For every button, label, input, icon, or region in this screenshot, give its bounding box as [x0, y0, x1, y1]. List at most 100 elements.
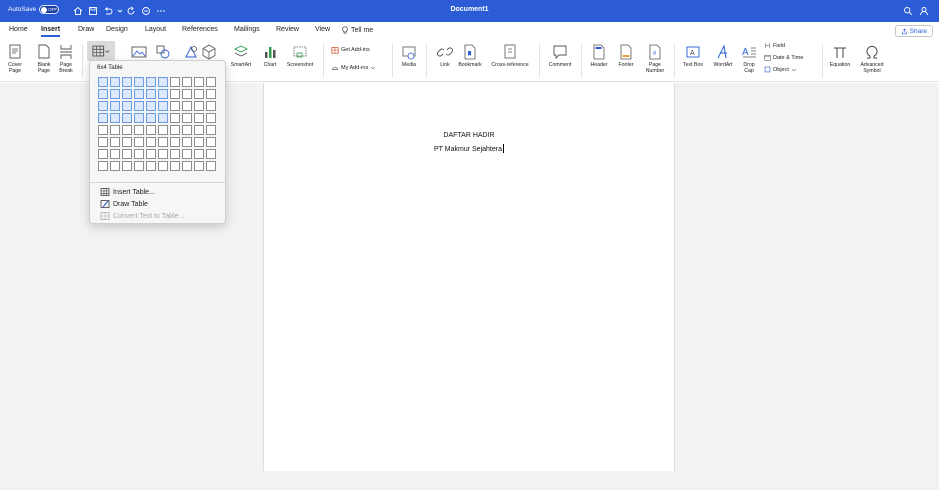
table-grid-cell[interactable]: [182, 137, 192, 147]
table-grid-cell[interactable]: [206, 149, 216, 159]
table-grid-cell[interactable]: [134, 113, 144, 123]
table-grid-cell[interactable]: [146, 77, 156, 87]
table-grid-cell[interactable]: [122, 125, 132, 135]
table-grid-cell[interactable]: [194, 89, 204, 99]
table-grid-cell[interactable]: [158, 137, 168, 147]
table-grid-cell[interactable]: [98, 125, 108, 135]
table-grid-cell[interactable]: [206, 101, 216, 111]
tab-references[interactable]: References: [182, 26, 218, 33]
table-grid-cell[interactable]: [182, 125, 192, 135]
document-heading[interactable]: DAFTAR HADIR: [264, 132, 674, 139]
bookmark-button[interactable]: Bookmark: [456, 40, 484, 82]
object-button[interactable]: Object: [764, 66, 797, 73]
link-button[interactable]: Link: [436, 40, 454, 82]
table-grid-cell[interactable]: [110, 77, 120, 87]
table-grid-cell[interactable]: [146, 161, 156, 171]
table-grid-cell[interactable]: [158, 161, 168, 171]
cover-page-button[interactable]: Cover Page: [7, 40, 23, 82]
table-grid-cell[interactable]: [182, 149, 192, 159]
chart-button[interactable]: Chart: [260, 40, 280, 82]
table-grid-cell[interactable]: [206, 161, 216, 171]
page-break-button[interactable]: Page Break: [58, 40, 74, 82]
autosave-toggle[interactable]: OFF: [39, 5, 60, 14]
table-grid-cell[interactable]: [170, 149, 180, 159]
share-button[interactable]: Share: [894, 25, 933, 37]
redo-icon[interactable]: [125, 4, 137, 17]
table-grid-cell[interactable]: [110, 161, 120, 171]
table-grid-cell[interactable]: [122, 113, 132, 123]
table-grid-cell[interactable]: [134, 89, 144, 99]
table-grid-cell[interactable]: [194, 137, 204, 147]
table-grid-cell[interactable]: [194, 149, 204, 159]
table-grid-cell[interactable]: [182, 101, 192, 111]
table-grid-cell[interactable]: [206, 125, 216, 135]
table-grid-cell[interactable]: [122, 161, 132, 171]
table-grid-cell[interactable]: [110, 125, 120, 135]
table-grid-cell[interactable]: [170, 125, 180, 135]
table-grid-cell[interactable]: [146, 89, 156, 99]
table-grid-cell[interactable]: [182, 89, 192, 99]
media-button[interactable]: Media: [398, 40, 420, 82]
table-grid-cell[interactable]: [110, 137, 120, 147]
cross-reference-button[interactable]: Cross-reference: [487, 40, 533, 82]
table-grid-cell[interactable]: [170, 137, 180, 147]
table-grid-cell[interactable]: [158, 101, 168, 111]
smartart-button[interactable]: SmartArt: [228, 40, 254, 82]
table-grid-cell[interactable]: [98, 77, 108, 87]
table-grid-cell[interactable]: [170, 77, 180, 87]
table-grid-cell[interactable]: [182, 77, 192, 87]
table-grid-cell[interactable]: [158, 125, 168, 135]
tell-me-search[interactable]: Tell me: [341, 26, 373, 34]
table-grid-cell[interactable]: [170, 113, 180, 123]
text-box-button[interactable]: A Text Box: [680, 40, 706, 82]
my-addins-button[interactable]: My Add-ins: [331, 64, 376, 72]
table-grid-cell[interactable]: [158, 89, 168, 99]
undo-icon[interactable]: [102, 4, 114, 17]
table-grid-cell[interactable]: [158, 77, 168, 87]
table-grid-cell[interactable]: [134, 149, 144, 159]
tab-home[interactable]: Home: [9, 26, 28, 33]
comment-button[interactable]: Comment: [545, 40, 575, 82]
table-grid-cell[interactable]: [182, 113, 192, 123]
drop-cap-button[interactable]: A Drop Cap: [738, 40, 760, 82]
table-grid-cell[interactable]: [122, 101, 132, 111]
table-grid-cell[interactable]: [98, 137, 108, 147]
advanced-symbol-button[interactable]: Advanced Symbol: [856, 40, 888, 82]
tab-layout[interactable]: Layout: [145, 26, 166, 33]
table-grid-cell[interactable]: [170, 101, 180, 111]
home-icon[interactable]: [72, 4, 84, 17]
table-grid-cell[interactable]: [206, 77, 216, 87]
table-grid-cell[interactable]: [98, 149, 108, 159]
table-grid-cell[interactable]: [194, 101, 204, 111]
autosave-control[interactable]: AutoSave OFF: [8, 5, 60, 14]
table-grid-cell[interactable]: [206, 137, 216, 147]
table-grid-cell[interactable]: [122, 149, 132, 159]
footer-button[interactable]: Footer: [614, 40, 638, 82]
table-grid-cell[interactable]: [146, 149, 156, 159]
table-grid-cell[interactable]: [206, 89, 216, 99]
table-grid-cell[interactable]: [146, 113, 156, 123]
field-button[interactable]: Field: [764, 42, 785, 49]
date-time-button[interactable]: Date & Time: [764, 54, 803, 61]
table-grid-cell[interactable]: [194, 113, 204, 123]
table-grid-cell[interactable]: [194, 161, 204, 171]
table-grid-cell[interactable]: [182, 161, 192, 171]
table-grid-cell[interactable]: [158, 113, 168, 123]
customize-icon[interactable]: [140, 4, 152, 17]
table-grid-cell[interactable]: [110, 149, 120, 159]
get-addins-button[interactable]: Get Add-ins: [331, 46, 370, 54]
table-grid-cell[interactable]: [158, 149, 168, 159]
more-icon[interactable]: [155, 4, 167, 17]
table-grid-cell[interactable]: [122, 137, 132, 147]
tab-insert[interactable]: Insert: [41, 26, 61, 37]
table-grid-cell[interactable]: [110, 101, 120, 111]
table-grid-cell[interactable]: [170, 161, 180, 171]
table-grid-cell[interactable]: [98, 113, 108, 123]
table-grid-cell[interactable]: [122, 89, 132, 99]
save-icon[interactable]: [87, 4, 99, 17]
table-grid-cell[interactable]: [146, 137, 156, 147]
table-button[interactable]: [87, 41, 115, 61]
blank-page-button[interactable]: Blank Page: [36, 40, 52, 82]
wordart-button[interactable]: WordArt: [710, 40, 736, 82]
draw-table-item[interactable]: Draw Table: [100, 199, 148, 209]
